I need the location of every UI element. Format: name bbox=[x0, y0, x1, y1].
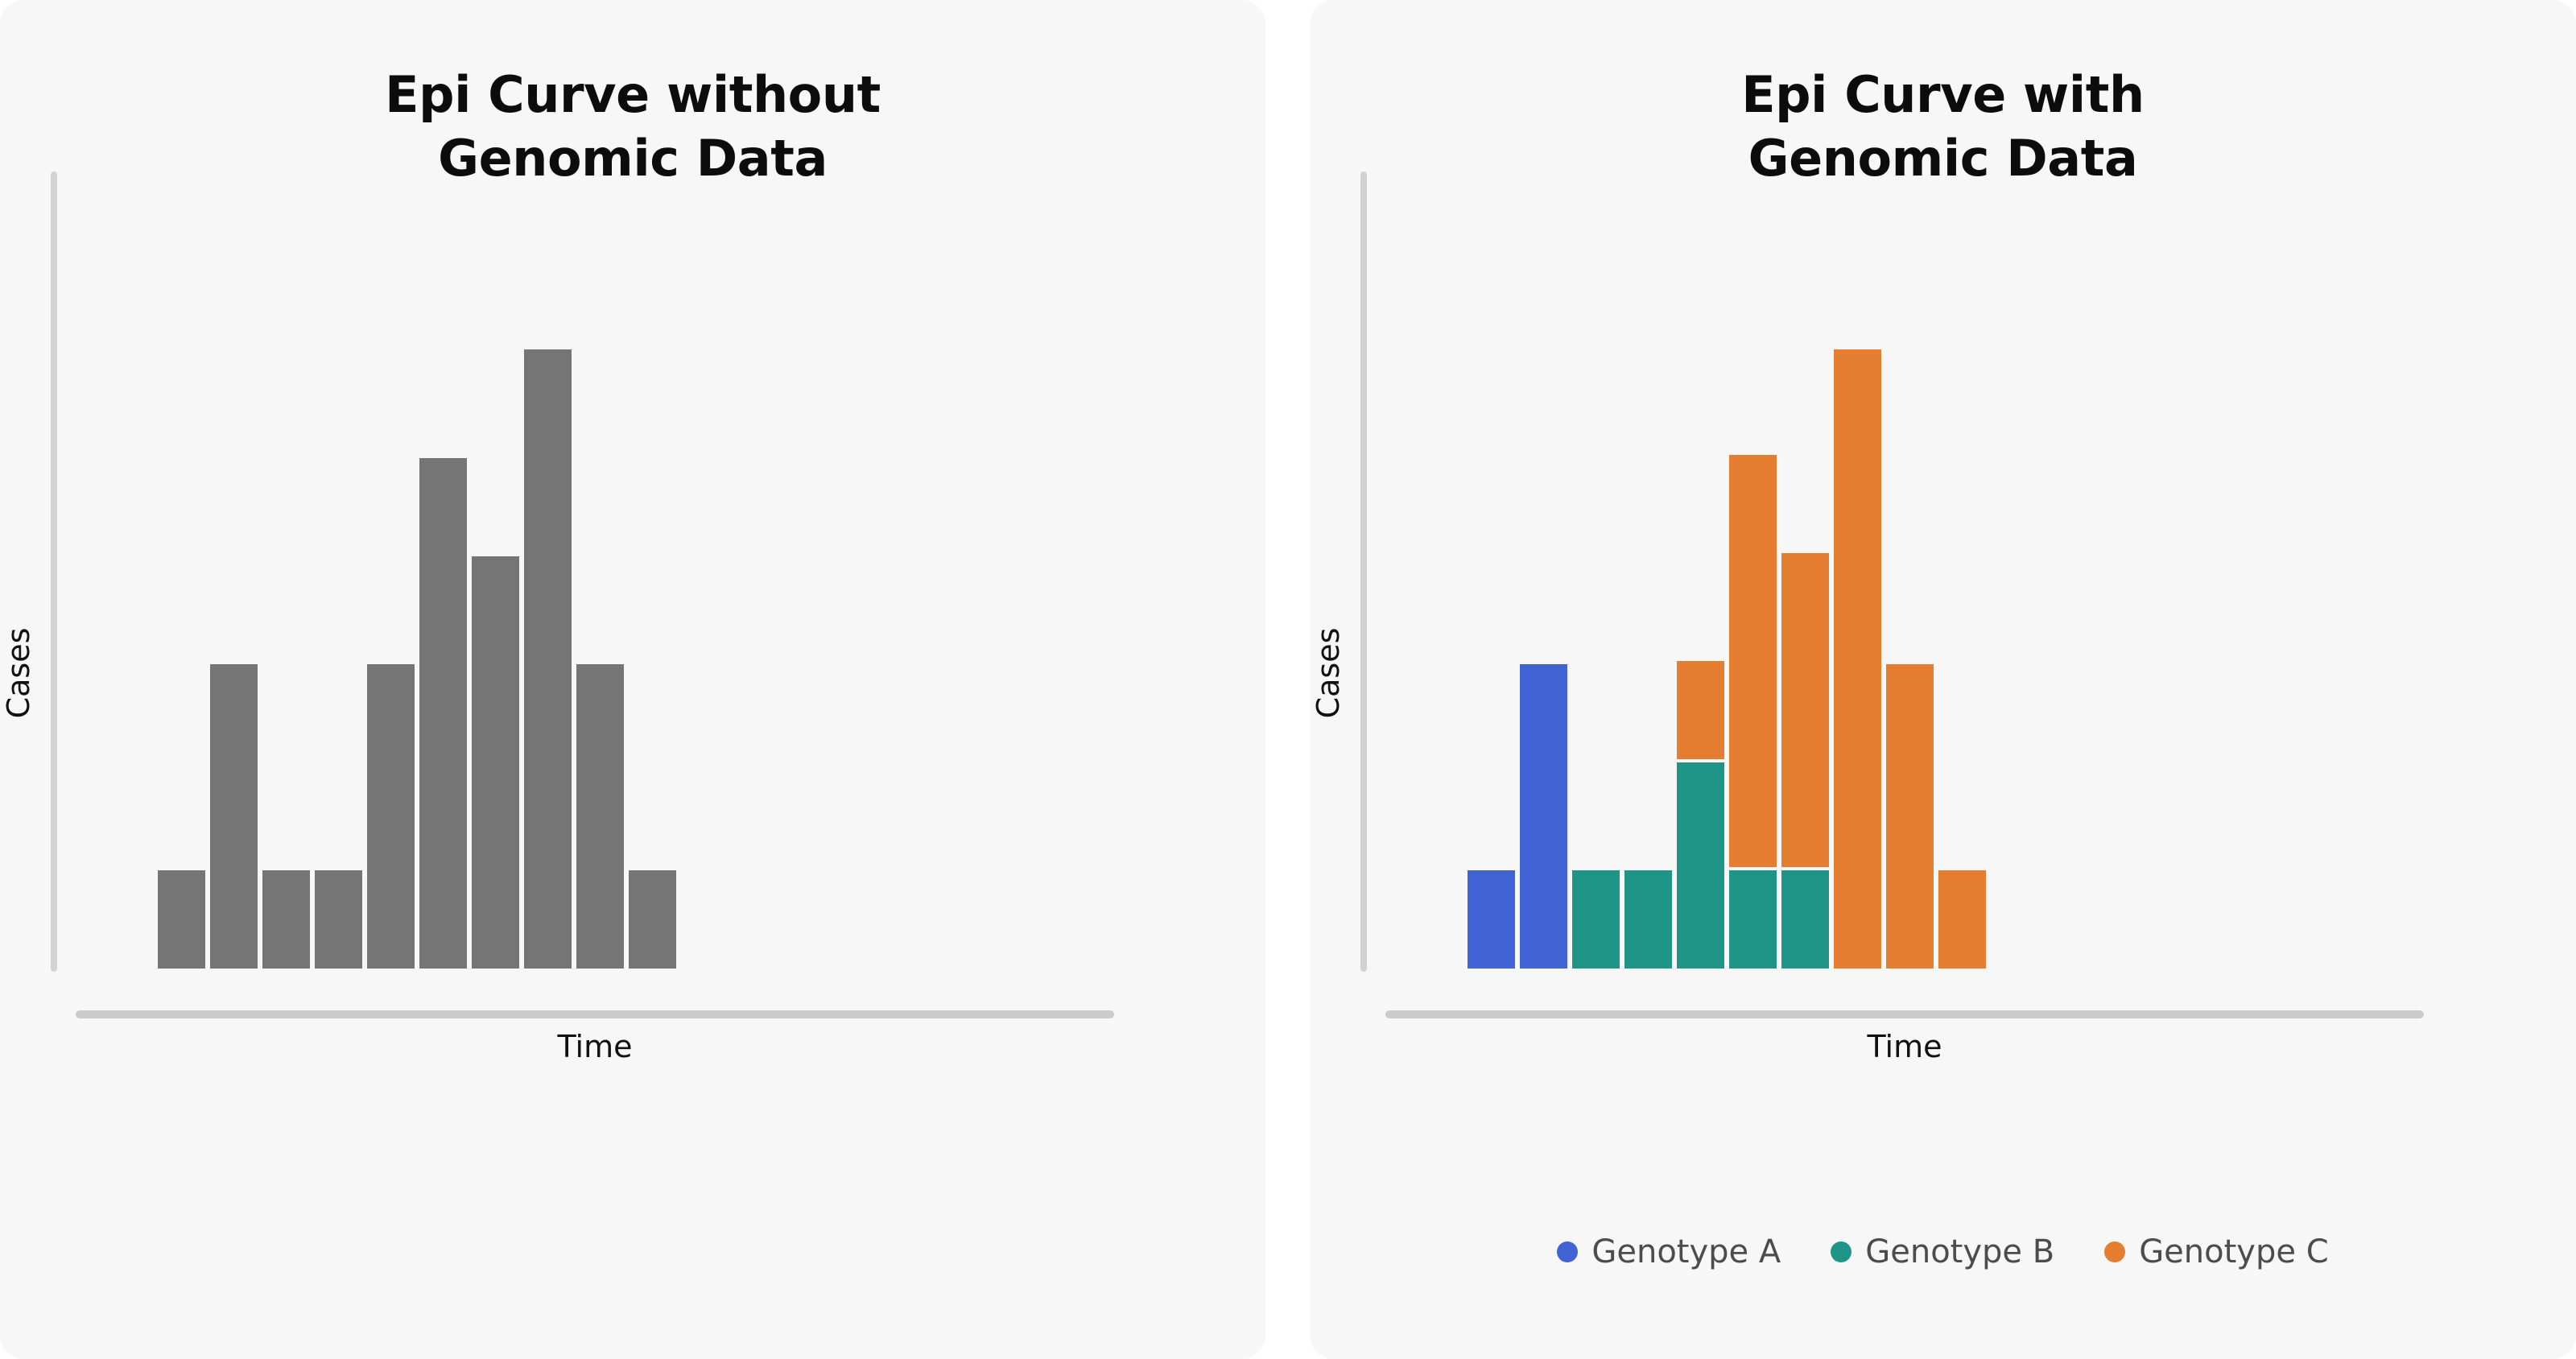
bar-group-right bbox=[1468, 320, 1986, 969]
y-axis-line-left bbox=[51, 171, 57, 972]
bar-2 bbox=[1520, 663, 1567, 969]
bar-9 bbox=[1886, 663, 1934, 969]
bar-10 bbox=[629, 870, 676, 969]
bar-segment-genotype-b bbox=[1677, 762, 1724, 969]
legend-swatch-icon bbox=[2104, 1241, 2126, 1262]
bar-segment-cases bbox=[210, 663, 258, 969]
bar-segment-cases bbox=[315, 870, 362, 969]
bar-segment-genotype-b bbox=[1781, 870, 1829, 969]
bar-4 bbox=[315, 870, 362, 969]
bar-segment-cases bbox=[524, 349, 572, 969]
bar-4 bbox=[1624, 870, 1672, 969]
bar-segment-genotype-a bbox=[1468, 870, 1515, 969]
x-axis-label-right: Time bbox=[1867, 1029, 1942, 1064]
legend-label: Genotype B bbox=[1865, 1233, 2055, 1270]
bar-segment-genotype-b bbox=[1572, 870, 1620, 969]
bar-segment-genotype-b bbox=[1624, 870, 1672, 969]
bar-8 bbox=[1834, 349, 1881, 969]
bar-segment-cases bbox=[629, 870, 676, 969]
bar-segment-genotype-b bbox=[1729, 870, 1777, 969]
plot-area-right: Cases Time bbox=[1310, 0, 2576, 1359]
bar-1 bbox=[158, 870, 205, 969]
bar-6 bbox=[419, 457, 467, 969]
legend-item-genotype-b[interactable]: Genotype B bbox=[1831, 1236, 2054, 1268]
bar-7 bbox=[1781, 552, 1829, 969]
legend-swatch-icon bbox=[1831, 1241, 1852, 1262]
legend-swatch-icon bbox=[1557, 1241, 1579, 1262]
bar-9 bbox=[576, 663, 624, 969]
bar-3 bbox=[1572, 870, 1620, 969]
bar-segment-genotype-c bbox=[1886, 663, 1934, 969]
x-axis-line-right bbox=[1385, 1010, 2424, 1018]
legend-label: Genotype A bbox=[1591, 1233, 1781, 1270]
panel-card-with-genomic-data: Epi Curve with Genomic Data Cases Time G… bbox=[1310, 0, 2576, 1359]
bar-5 bbox=[1677, 660, 1724, 969]
bar-segment-genotype-c bbox=[1729, 454, 1777, 867]
legend: Genotype A Genotype B Genotype C bbox=[1310, 1228, 2576, 1276]
panel-card-without-genomic-data: Epi Curve without Genomic Data Cases Tim… bbox=[0, 0, 1265, 1359]
bar-segment-genotype-c bbox=[1677, 660, 1724, 759]
comparison-figure: Epi Curve without Genomic Data Cases Tim… bbox=[0, 0, 2576, 1359]
bar-2 bbox=[210, 663, 258, 969]
bar-segment-genotype-c bbox=[1834, 349, 1881, 969]
bar-3 bbox=[262, 870, 310, 969]
bar-segment-cases bbox=[576, 663, 624, 969]
x-axis-label-left: Time bbox=[557, 1029, 633, 1064]
legend-label: Genotype C bbox=[2139, 1233, 2329, 1270]
bar-segment-cases bbox=[419, 457, 467, 969]
bar-1 bbox=[1468, 870, 1515, 969]
bar-segment-genotype-a bbox=[1520, 663, 1567, 969]
bar-10 bbox=[1938, 870, 1986, 969]
bar-7 bbox=[472, 556, 519, 969]
bar-8 bbox=[524, 349, 572, 969]
y-axis-label-left: Cases bbox=[1, 627, 36, 719]
legend-item-genotype-a[interactable]: Genotype A bbox=[1557, 1236, 1781, 1268]
legend-item-genotype-c[interactable]: Genotype C bbox=[2104, 1233, 2329, 1270]
y-axis-label-right: Cases bbox=[1311, 627, 1346, 719]
bar-segment-genotype-c bbox=[1938, 870, 1986, 969]
bar-segment-cases bbox=[158, 870, 205, 969]
bar-segment-cases bbox=[472, 556, 519, 969]
bar-5 bbox=[367, 663, 415, 969]
y-axis-line-right bbox=[1360, 171, 1367, 972]
bar-6 bbox=[1729, 454, 1777, 969]
bar-segment-genotype-c bbox=[1781, 552, 1829, 867]
bar-segment-cases bbox=[367, 663, 415, 969]
bar-group-left bbox=[158, 320, 676, 969]
plot-area-left: Cases Time bbox=[0, 0, 1265, 1359]
x-axis-line-left bbox=[76, 1010, 1114, 1018]
bar-segment-cases bbox=[262, 870, 310, 969]
